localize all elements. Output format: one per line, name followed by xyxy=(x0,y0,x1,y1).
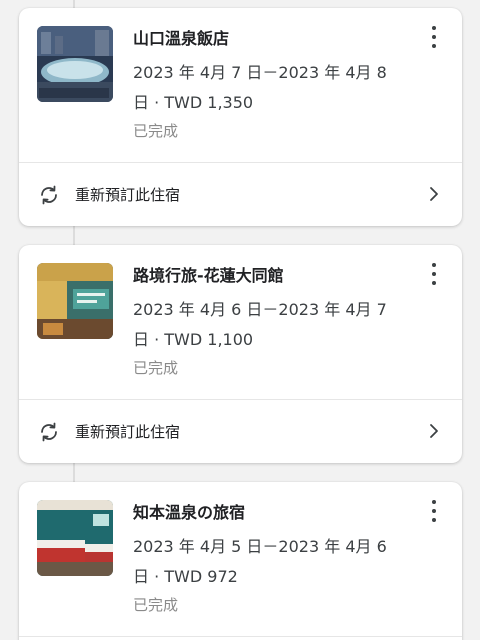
hotel-thumbnail[interactable] xyxy=(37,263,113,339)
rebook-label: 重新預訂此住宿 xyxy=(75,423,181,441)
chevron-right-icon xyxy=(430,187,438,201)
more-vert-icon[interactable] xyxy=(424,26,444,48)
refresh-icon xyxy=(41,422,57,442)
hotel-thumbnail[interactable] xyxy=(37,500,113,576)
booking-card[interactable]: 山口溫泉飯店 2023 年 4月 7 日－2023 年 4月 8 日 · TWD… xyxy=(19,8,462,226)
divider xyxy=(19,636,462,637)
booking-summary[interactable]: 山口溫泉飯店 2023 年 4月 7 日－2023 年 4月 8 日 · TWD… xyxy=(19,8,462,162)
chevron-right-icon xyxy=(430,424,438,438)
refresh-icon xyxy=(41,185,57,205)
hotel-thumbnail[interactable] xyxy=(37,26,113,102)
rebook-button[interactable]: 重新預訂此住宿 xyxy=(19,400,462,463)
booking-summary[interactable]: 路境行旅-花蓮大同館 2023 年 4月 6 日－2023 年 4月 7 日 ·… xyxy=(19,245,462,399)
stay-dates-price: 2023 年 4月 7 日－2023 年 4月 8 日 · TWD 1,350 xyxy=(133,63,387,112)
hotel-name: 知本溫泉の旅宿 xyxy=(133,503,246,522)
booking-card[interactable]: 路境行旅-花蓮大同館 2023 年 4月 6 日－2023 年 4月 7 日 ·… xyxy=(19,245,462,463)
rebook-label: 重新預訂此住宿 xyxy=(75,186,181,204)
booking-summary[interactable]: 知本溫泉の旅宿 2023 年 4月 5 日－2023 年 4月 6 日 · TW… xyxy=(19,482,462,636)
hotel-name: 路境行旅-花蓮大同館 xyxy=(133,266,284,285)
stay-dates-price: 2023 年 4月 6 日－2023 年 4月 7 日 · TWD 1,100 xyxy=(133,300,387,349)
booking-card[interactable]: 知本溫泉の旅宿 2023 年 4月 5 日－2023 年 4月 6 日 · TW… xyxy=(19,482,462,640)
more-vert-icon[interactable] xyxy=(424,500,444,522)
rebook-button[interactable]: 重新預訂此住宿 xyxy=(19,163,462,226)
hotel-name: 山口溫泉飯店 xyxy=(133,29,230,48)
status-label: 已完成 xyxy=(133,596,179,614)
status-label: 已完成 xyxy=(133,359,179,377)
bookings-page: 山口溫泉飯店 2023 年 4月 7 日－2023 年 4月 8 日 · TWD… xyxy=(0,0,480,640)
status-label: 已完成 xyxy=(133,122,179,140)
more-vert-icon[interactable] xyxy=(424,263,444,285)
stay-dates-price: 2023 年 4月 5 日－2023 年 4月 6 日 · TWD 972 xyxy=(133,537,387,586)
